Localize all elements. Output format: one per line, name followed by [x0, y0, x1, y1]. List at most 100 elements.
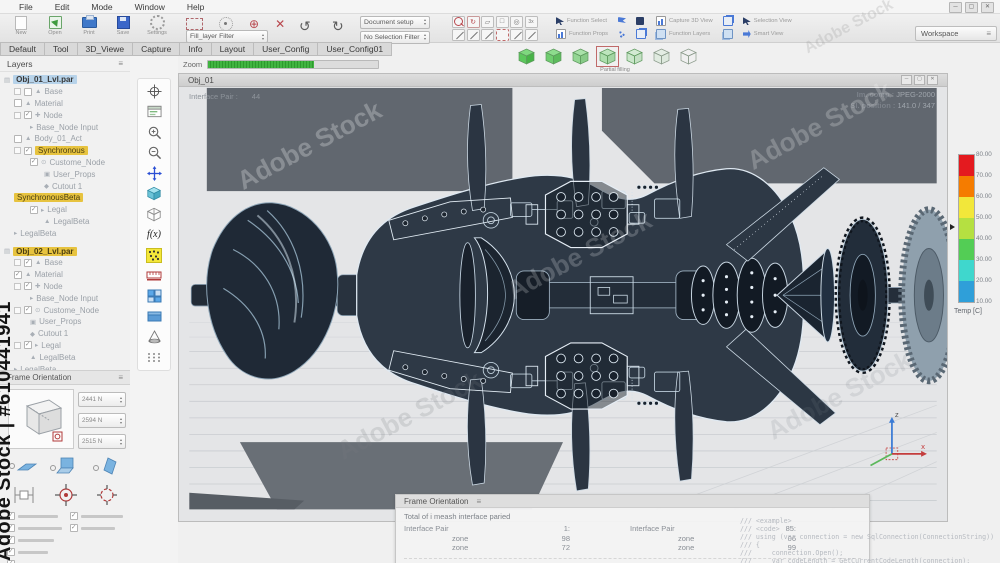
scatter-button[interactable] [618, 29, 626, 39]
point-cloud-icon[interactable] [142, 247, 166, 263]
selection-view-button[interactable]: Selection View [742, 16, 792, 26]
layer-tree-item[interactable]: ▸ Base_Node Input [0, 121, 128, 133]
tab-tool[interactable]: Tool [43, 42, 77, 56]
layer-tree-item[interactable]: ▸LegalBeta [0, 227, 128, 239]
layer-tree-item[interactable]: ▣ User_Props [0, 316, 128, 328]
clip-button[interactable] [722, 29, 733, 39]
layer-tree-item[interactable]: ▲Material [0, 269, 128, 281]
workspace-button[interactable]: Workspace ≡ [915, 26, 997, 41]
3d-viewport[interactable]: z x Obj_01 ─ ▢ ✕ Interface Pair :44 Im. … [178, 73, 948, 522]
tab-default[interactable]: Default [0, 42, 44, 56]
orientation-spinner-3[interactable]: 2515 N [78, 434, 126, 449]
menu-item-window[interactable]: Window [124, 2, 176, 12]
visibility-checkbox[interactable] [14, 270, 22, 279]
option-checkbox[interactable] [70, 511, 78, 520]
selected-region-tool-icon[interactable] [495, 29, 509, 41]
function-select-button[interactable]: Function Select [556, 16, 608, 26]
restore-icon[interactable]: ▢ [914, 75, 925, 85]
zoom-slider[interactable] [207, 60, 380, 69]
capture-3d-view-button[interactable]: Capture 3D View [656, 16, 713, 26]
measure-ruler-icon[interactable] [142, 268, 166, 284]
center-tool-icon[interactable]: ◎ [510, 15, 523, 28]
navigate-target-icon[interactable] [142, 83, 166, 99]
minimize-icon[interactable]: ─ [949, 2, 962, 13]
layer-tree-item[interactable]: ▣ User_Props [0, 168, 128, 180]
visibility-checkbox[interactable] [24, 281, 32, 291]
engine-model-canvas[interactable]: z x [179, 86, 947, 521]
visibility-checkbox[interactable] [24, 305, 32, 315]
zoom-tool-icon[interactable] [452, 15, 465, 28]
fill-mode-cube-5[interactable] [651, 47, 672, 66]
frame-orientation-header[interactable]: Frame Orientation ≡ [0, 370, 130, 385]
single-view-icon[interactable] [142, 309, 166, 325]
fill-mode-cube-4[interactable] [624, 47, 645, 66]
menu-item-file[interactable]: File [8, 2, 44, 12]
wireframe-cube-icon[interactable] [142, 206, 166, 222]
pen-tool-icon[interactable] [524, 29, 538, 41]
zoom-in-icon[interactable] [142, 124, 166, 140]
expander-icon[interactable] [14, 259, 21, 267]
pen-tool-icon[interactable] [452, 29, 465, 41]
visibility-checkbox[interactable] [14, 134, 22, 143]
layer-tree-item[interactable]: ◆ Cutout 1 [0, 180, 128, 192]
layer-tree-item[interactable]: ▸ Base_Node Input [0, 292, 128, 304]
visibility-checkbox[interactable] [14, 99, 22, 108]
visibility-checkbox[interactable] [24, 146, 32, 155]
function-layers-button[interactable]: Function Layers [656, 29, 713, 39]
expander-icon[interactable] [14, 282, 21, 290]
cone-primitive-icon[interactable] [142, 329, 166, 345]
viewport-titlebar[interactable]: Obj_01 ─ ▢ ✕ [179, 74, 947, 87]
minimize-icon[interactable]: ─ [901, 75, 912, 85]
fill-mode-cube-1[interactable] [543, 47, 564, 66]
toolbar-button-open[interactable]: Open [40, 15, 70, 36]
deselect-icon[interactable]: ✕ [275, 18, 285, 30]
layer-tree-item[interactable]: ▲Material [0, 98, 128, 110]
fill-mode-cube-0[interactable] [516, 47, 537, 66]
crosshair-filled-icon[interactable] [54, 484, 77, 506]
lasso-tool-icon[interactable]: ▱ [481, 15, 494, 28]
menu-item-mode[interactable]: Mode [80, 2, 123, 12]
layer-tree-item[interactable]: ▲Base [0, 257, 128, 269]
layer-root-1[interactable]: ▤ Obj_01_Lvl.par [0, 74, 128, 86]
tab-3d_viewe[interactable]: 3D_Viewe [76, 42, 133, 56]
tab-capture[interactable]: Capture [132, 42, 180, 56]
layer-tree-item[interactable]: ▲ Body_01_Act [0, 133, 128, 145]
layer-tree-item[interactable]: ⊙Custome_Node [0, 157, 128, 169]
dotted-circle-select-icon[interactable] [219, 17, 233, 31]
layer-tree-item[interactable]: Synchronous [0, 145, 128, 157]
marquee-select-icon[interactable] [186, 18, 203, 30]
toolbar-button-new[interactable]: New [6, 15, 36, 36]
orientation-cube-preview[interactable] [8, 389, 74, 449]
expander-icon[interactable] [14, 147, 21, 155]
flagged-button[interactable] [722, 16, 733, 26]
rotate-tool-icon[interactable]: ↻ [466, 15, 480, 28]
menu-item-help[interactable]: Help [176, 2, 215, 12]
split-view-icon[interactable] [142, 288, 166, 304]
function-props-button[interactable]: Function Props [556, 29, 608, 39]
layer-tree-item[interactable]: ▲ LegalBeta [0, 216, 128, 228]
pen-tool-icon[interactable] [510, 29, 523, 41]
expander-icon[interactable] [14, 111, 21, 119]
toolbar-button-settings[interactable]: Settings [142, 15, 172, 36]
layer-tree-item[interactable]: ▲ LegalBeta [0, 351, 128, 363]
copy-button[interactable] [636, 29, 646, 39]
scale-pointer-icon[interactable] [950, 224, 955, 230]
smart-view-button[interactable]: Smart View [742, 29, 792, 39]
visibility-checkbox[interactable] [24, 110, 32, 120]
badge-3x-icon[interactable]: 3x [524, 15, 538, 28]
tab-layout[interactable]: Layout [210, 42, 254, 56]
maximize-icon[interactable]: ▢ [965, 2, 978, 13]
undo-icon[interactable]: ↺ [299, 18, 311, 35]
layer-tree-item[interactable]: SynchronousBeta [0, 192, 128, 204]
visibility-checkbox[interactable] [24, 340, 32, 350]
tab-user_config[interactable]: User_Config [253, 42, 318, 56]
panel-menu-icon[interactable]: ≡ [118, 59, 123, 68]
menu-item-edit[interactable]: Edit [44, 2, 81, 12]
visibility-checkbox[interactable] [30, 157, 38, 167]
document-setup-dropdown[interactable]: Document setup [360, 15, 430, 29]
properties-panel-icon[interactable] [142, 104, 166, 120]
orientation-spinner-1[interactable]: 2441 N [78, 392, 126, 407]
close-icon[interactable]: ✕ [981, 2, 994, 13]
plane-xz-icon[interactable] [92, 456, 122, 476]
layer-tree-item[interactable]: ⊙Custome_Node [0, 304, 128, 316]
